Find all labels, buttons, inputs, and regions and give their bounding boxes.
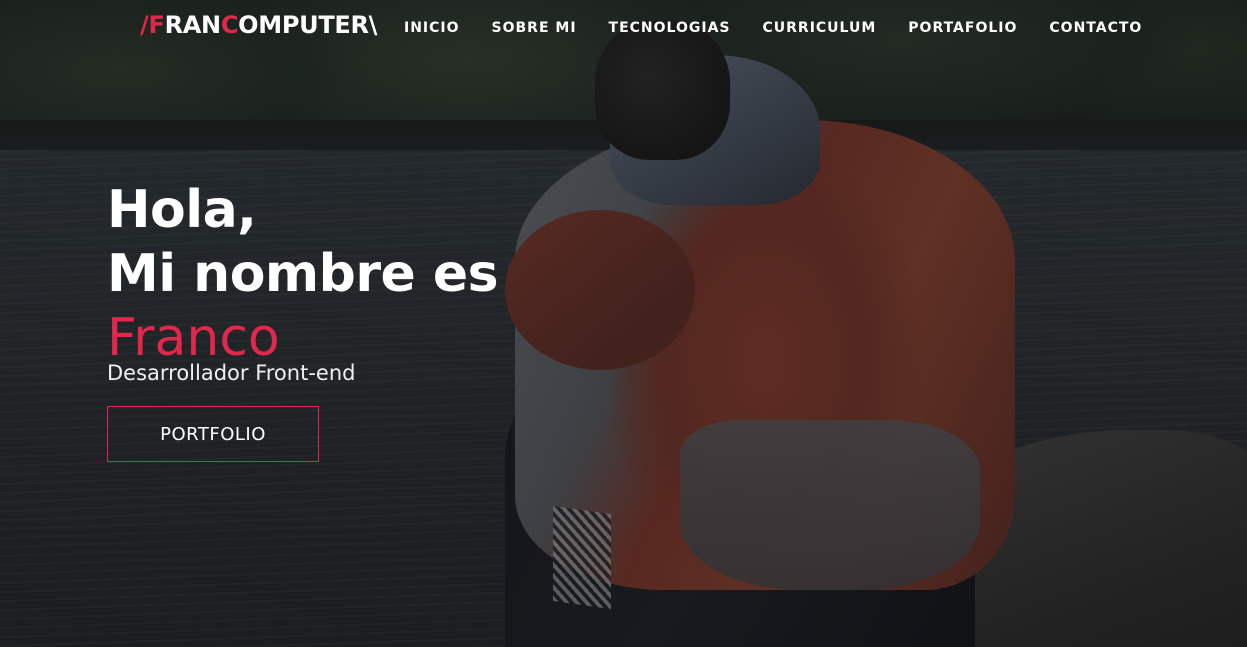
brand-letter-c: C — [220, 11, 239, 39]
brand-text-omputer: OMPUTER — [238, 11, 369, 39]
nav-item: INICIO — [404, 17, 460, 36]
nav-item: CONTACTO — [1049, 17, 1142, 36]
portfolio-button[interactable]: PORTFOLIO — [107, 406, 319, 462]
nav-item: TECNOLOGIAS — [609, 17, 731, 36]
hero-intro-line: Mi nombre es — [107, 244, 499, 304]
hero-greeting: Hola, — [107, 180, 257, 240]
brand-logo[interactable]: /FRANCOMPUTER\ — [140, 11, 377, 39]
brand-letter-f: F — [148, 11, 165, 39]
hero-role: Desarrollador Front-end — [107, 361, 356, 385]
hero-intro: Hola, Mi nombre es Franco Desarrollador … — [107, 178, 499, 462]
brand-slash-close: \ — [368, 11, 378, 39]
nav-link-inicio[interactable]: INICIO — [404, 20, 460, 36]
brand-text-ran: RAN — [164, 11, 222, 39]
nav-link-curriculum[interactable]: CURRICULUM — [763, 20, 877, 36]
nav-item: SOBRE MI — [492, 17, 577, 36]
navbar: /FRANCOMPUTER\ INICIO SOBRE MI TECNOLOGI… — [0, 0, 1247, 52]
nav-item: CURRICULUM — [763, 17, 877, 36]
nav-item: PORTAFOLIO — [908, 17, 1017, 36]
nav-menu: INICIO SOBRE MI TECNOLOGIAS CURRICULUM P… — [404, 17, 1142, 36]
nav-link-tecnologias[interactable]: TECNOLOGIAS — [609, 20, 731, 36]
nav-link-portafolio[interactable]: PORTAFOLIO — [908, 20, 1017, 36]
nav-link-sobre-mi[interactable]: SOBRE MI — [492, 20, 577, 36]
nav-link-contacto[interactable]: CONTACTO — [1049, 20, 1142, 36]
